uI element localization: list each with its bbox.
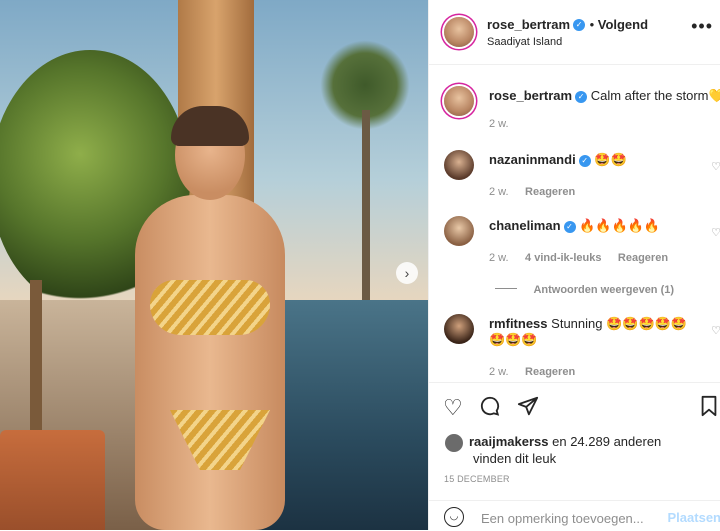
bookmark-icon[interactable] [699, 395, 719, 423]
comment-text: 🔥🔥🔥🔥🔥 [579, 218, 661, 233]
likes-line2: vinden dit leuk [473, 451, 557, 466]
comment-username[interactable]: nazaninmandi [489, 152, 576, 167]
comment-meta: 2 w. 4 vind-ik-leuks Reageren [489, 248, 668, 266]
next-image-button[interactable]: › [396, 262, 418, 284]
divider-line [495, 288, 517, 290]
author-username[interactable]: rose_bertram [487, 17, 570, 32]
follow-button[interactable]: Volgend [598, 17, 648, 32]
comment-icon[interactable] [479, 395, 501, 423]
person-figure [95, 106, 285, 530]
commenter-avatar[interactable] [444, 150, 474, 180]
comment-input[interactable] [479, 510, 663, 527]
reply-button[interactable]: Reageren [525, 186, 575, 198]
verified-icon: ✓ [573, 18, 586, 31]
verified-icon: ✓ [563, 220, 576, 233]
caption-text: Calm after the storm💛 [590, 88, 720, 103]
comment-line: rmfitness Stunning 🤩🤩🤩🤩🤩 🤩🤩🤩 [489, 316, 689, 348]
author-avatar[interactable] [444, 17, 474, 47]
likes-line: raaijmakerss en 24.289 anderen [469, 434, 661, 449]
author-line: rose_bertram ✓ • Volgend [487, 16, 648, 34]
dot-separator: • [589, 17, 598, 32]
comment-box: ◡ Plaatsen [429, 500, 720, 531]
commenter-avatar[interactable] [444, 314, 474, 344]
person-hair [171, 106, 249, 146]
comment-time: 2 w. [489, 252, 509, 264]
palm-tree-trunk [362, 110, 370, 310]
comment-heart-icon[interactable]: ♡ [711, 160, 720, 173]
caption-avatar[interactable] [444, 86, 474, 116]
commenter-avatar[interactable] [444, 216, 474, 246]
reply-button[interactable]: Reageren [618, 252, 668, 264]
caption-line: rose_bertram ✓ Calm after the storm💛 [489, 88, 720, 104]
comment-heart-icon[interactable]: ♡ [711, 324, 720, 337]
bikini-top [150, 280, 270, 335]
post-location[interactable]: Saadiyat Island [487, 36, 562, 48]
post-media[interactable]: › [0, 0, 428, 530]
liker-username[interactable]: raaijmakerss [469, 434, 549, 449]
view-replies-button[interactable]: Antwoorden weergeven (1) [495, 280, 674, 298]
flower-pot [0, 430, 105, 530]
post-header: rose_bertram ✓ • Volgend Saadiyat Island … [429, 0, 720, 65]
likes-rest[interactable]: en 24.289 anderen [549, 434, 661, 449]
comment-heart-icon[interactable]: ♡ [711, 226, 720, 239]
view-replies-label: Antwoorden weergeven (1) [533, 284, 675, 296]
comment-username[interactable]: rmfitness [489, 316, 548, 331]
comment-time: 2 w. [489, 366, 509, 378]
caption-time: 2 w. [489, 118, 509, 130]
verified-icon: ✓ [575, 90, 588, 103]
more-icon[interactable]: ••• [691, 16, 713, 37]
comment-line: chaneliman ✓ 🔥🔥🔥🔥🔥 [489, 218, 660, 234]
comment-text: Stunning 🤩🤩🤩🤩🤩 [551, 316, 688, 331]
caption-username[interactable]: rose_bertram [489, 88, 572, 103]
comment-line: nazaninmandi ✓ 🤩🤩 [489, 152, 714, 168]
comment-likes[interactable]: 4 vind-ik-leuks [525, 252, 601, 264]
heart-icon[interactable]: ♡ [443, 395, 463, 421]
comment-meta: 2 w. Reageren [489, 182, 575, 200]
comment-username[interactable]: chaneliman [489, 218, 561, 233]
verified-icon: ✓ [578, 154, 591, 167]
reply-button[interactable]: Reageren [525, 366, 575, 378]
post-comment-button[interactable]: Plaatsen [668, 510, 720, 525]
post-date: 15 DECEMBER [444, 474, 510, 484]
comment-time: 2 w. [489, 186, 509, 198]
post-side-panel: rose_bertram ✓ • Volgend Saadiyat Island … [428, 0, 720, 530]
chevron-right-icon: › [404, 265, 410, 281]
comment-text: 🤩🤩 [594, 152, 627, 167]
emoji-icon[interactable]: ◡ [444, 507, 464, 527]
comment-meta: 2 w. Reageren [489, 362, 575, 380]
action-bar: ♡ [429, 382, 720, 433]
person-body [135, 195, 285, 530]
tree-trunk [30, 280, 42, 440]
liker-avatar[interactable] [445, 434, 463, 452]
share-icon[interactable] [517, 395, 539, 423]
comment-text-continued: 🤩🤩🤩 [489, 332, 538, 347]
